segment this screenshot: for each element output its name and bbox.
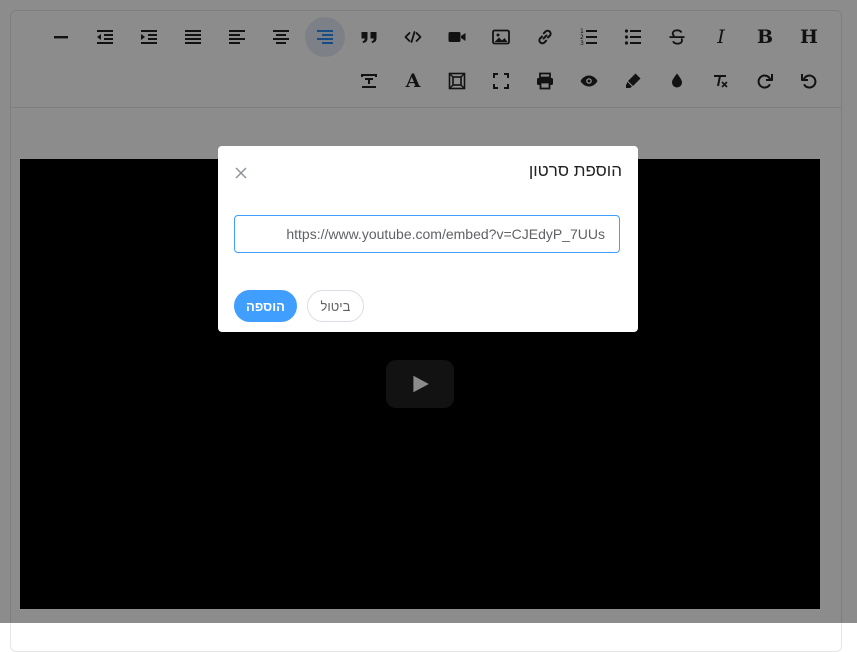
close-button[interactable] [234, 166, 248, 180]
add-video-dialog: הוספת סרטון הוספה ביטול [218, 146, 638, 332]
video-url-input[interactable] [234, 215, 620, 253]
cancel-button[interactable]: ביטול [307, 290, 364, 322]
close-icon [235, 167, 247, 179]
add-button[interactable]: הוספה [234, 290, 297, 322]
dialog-title: הוספת סרטון [528, 161, 622, 180]
